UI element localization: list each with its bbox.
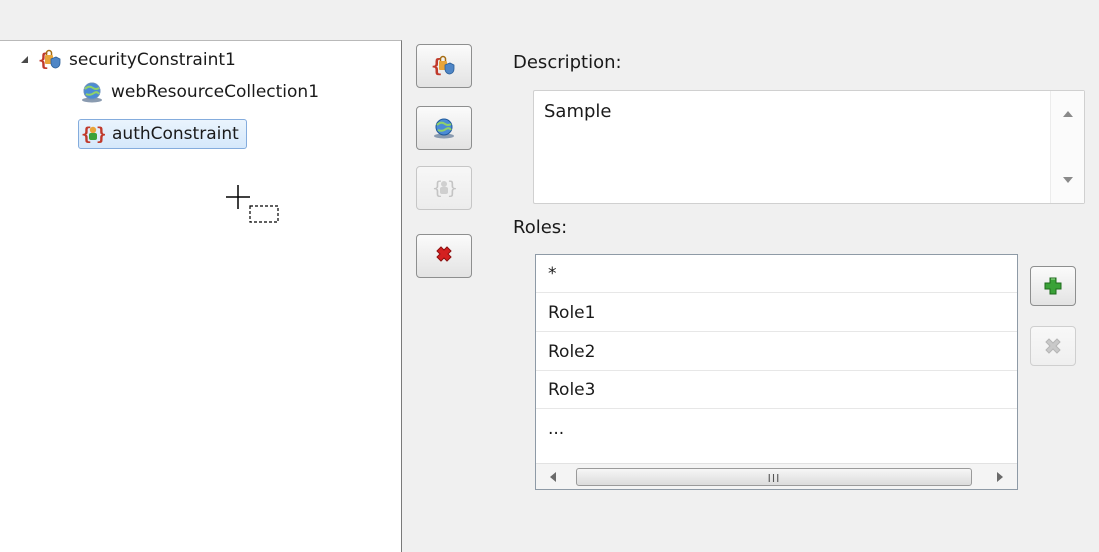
remove-role-button[interactable]: [1030, 326, 1076, 366]
scrollbar-grip: III: [767, 472, 781, 485]
delete-button[interactable]: [416, 234, 472, 278]
add-auth-constraint-button[interactable]: { }: [416, 166, 472, 210]
scrollbar-thumb[interactable]: III: [576, 468, 972, 486]
svg-text:}: }: [447, 178, 457, 199]
security-constraint-icon: {: [38, 49, 61, 71]
tree-item-label: authConstraint: [112, 124, 239, 144]
expand-toggle-icon[interactable]: [18, 53, 32, 67]
scroll-left-icon[interactable]: [550, 472, 556, 482]
list-item[interactable]: Role1: [536, 294, 1017, 332]
add-web-resource-collection-icon: [434, 118, 454, 139]
add-role-icon: [1044, 277, 1062, 295]
tree-item-auth-constraint[interactable]: { } authConstraint: [78, 119, 247, 149]
scroll-up-icon[interactable]: [1063, 111, 1073, 117]
list-item[interactable]: Role2: [536, 333, 1017, 371]
tree-item-web-resource-collection[interactable]: webResourceCollection1: [80, 77, 322, 107]
roles-label: Roles:: [513, 217, 568, 238]
delete-icon: [436, 246, 452, 262]
list-item[interactable]: ...: [536, 410, 1017, 448]
description-label: Description:: [513, 52, 622, 73]
description-vertical-scrollbar[interactable]: [1050, 91, 1084, 203]
tree-panel[interactable]: { securityConstraint1 webResourceCollect…: [0, 40, 402, 552]
svg-text:}: }: [96, 124, 105, 145]
drag-cursor-icon: [226, 185, 279, 223]
list-item[interactable]: Role3: [536, 371, 1017, 409]
add-security-constraint-button[interactable]: {: [416, 44, 472, 88]
tree-item-security-constraint[interactable]: { securityConstraint1: [18, 45, 239, 75]
tree-item-label: securityConstraint1: [69, 50, 236, 70]
description-value: Sample: [544, 101, 612, 122]
description-textarea[interactable]: Sample: [533, 90, 1085, 204]
scroll-right-icon[interactable]: [997, 472, 1003, 482]
tree-item-label: webResourceCollection1: [111, 82, 320, 102]
roles-list[interactable]: * Role1 Role2 Role3 ... III: [535, 254, 1018, 490]
add-auth-constraint-icon: { }: [432, 178, 457, 199]
add-web-resource-collection-button[interactable]: [416, 106, 472, 150]
scroll-down-icon[interactable]: [1063, 177, 1073, 183]
roles-horizontal-scrollbar[interactable]: III: [536, 463, 1017, 489]
add-security-constraint-icon: {: [431, 55, 455, 77]
add-role-button[interactable]: [1030, 266, 1076, 306]
remove-role-icon: [1045, 338, 1061, 354]
web-resource-collection-icon: [80, 81, 102, 103]
selection-highlight: { } authConstraint: [78, 119, 247, 149]
auth-constraint-icon: { }: [81, 123, 107, 145]
list-item[interactable]: *: [536, 255, 1017, 293]
